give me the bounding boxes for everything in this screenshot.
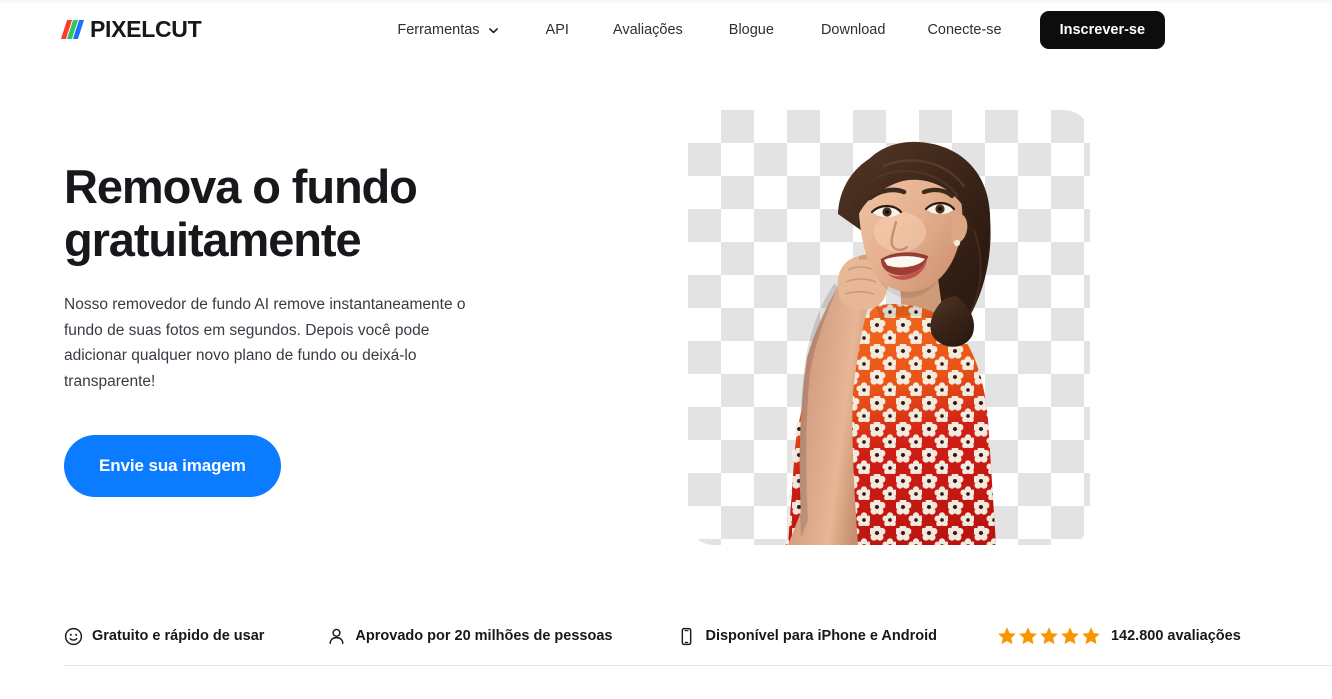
feature-label: Aprovado por 20 milhões de pessoas: [355, 628, 613, 644]
main-navigation: Ferramentas API Avaliações Blogue Downlo…: [397, 10, 1166, 49]
brand-logo[interactable]: PIXELCUT: [60, 16, 202, 43]
feature-label: Gratuito e rápido de usar: [92, 628, 265, 644]
page-title: Remova o fundo gratuitamente: [64, 160, 418, 266]
star-rating: [997, 626, 1101, 646]
feature-free-fast: Gratuito e rápido de usar: [64, 627, 264, 646]
pixelcut-logo-icon: [60, 20, 85, 39]
star-icon: [998, 627, 1016, 645]
nav-item-label: Blogue: [728, 21, 774, 38]
star-icon: [1082, 627, 1100, 645]
pixelcut-landing-page: PIXELCUT Ferramentas API Avaliações Blog…: [0, 0, 1332, 699]
nav-item-label: Avaliações: [612, 21, 683, 38]
hero-copy: Remova o fundo gratuitamente Nosso remov…: [64, 160, 564, 497]
feature-highlights-bar: Gratuito e rápido de usar Aprovado por 2…: [64, 620, 1241, 652]
signup-button[interactable]: Inscrever-se: [1039, 10, 1166, 49]
nav-item-download[interactable]: Download: [821, 14, 886, 46]
nav-item-conecte-se[interactable]: Conecte-se: [927, 14, 1001, 46]
smiley-face-icon: [64, 627, 83, 645]
hero-subtitle: Nosso removedor de fundo AI remove insta…: [64, 296, 466, 390]
star-icon: [1061, 627, 1079, 645]
hero-section: Remova o fundo gratuitamente Nosso remov…: [0, 56, 1332, 601]
feature-platforms: Disponível para iPhone e Android: [677, 627, 937, 646]
nav-item-blogue[interactable]: Blogue: [729, 14, 774, 46]
portrait-woman-image: [786, 141, 996, 545]
feature-trusted-by: Aprovado por 20 milhões de pessoas: [327, 627, 612, 646]
nav-item-label: Conecte-se: [927, 21, 1002, 38]
nav-item-label: Download: [820, 21, 886, 38]
rating-count-label: 142.800 avaliações: [1110, 628, 1241, 644]
person-icon: [329, 628, 344, 644]
brand-name: PIXELCUT: [90, 16, 202, 42]
star-icon: [1040, 627, 1058, 645]
site-header: PIXELCUT Ferramentas API Avaliações Blog…: [0, 3, 1332, 56]
nav-item-avaliacoes[interactable]: Avaliações: [613, 14, 683, 46]
nav-item-ferramentas[interactable]: Ferramentas: [397, 14, 498, 46]
nav-item-label: Ferramentas: [397, 21, 480, 38]
section-divider: [64, 665, 1332, 666]
chevron-down-icon: [488, 25, 499, 36]
smartphone-icon: [682, 627, 692, 645]
star-icon: [1019, 627, 1037, 645]
feature-label: Disponível para iPhone e Android: [705, 628, 937, 644]
nav-item-api[interactable]: API: [546, 14, 569, 46]
nav-item-label: API: [545, 21, 569, 38]
hero-image-transparent-preview: [688, 110, 1090, 545]
upload-image-button[interactable]: Envie sua imagem: [64, 435, 281, 497]
